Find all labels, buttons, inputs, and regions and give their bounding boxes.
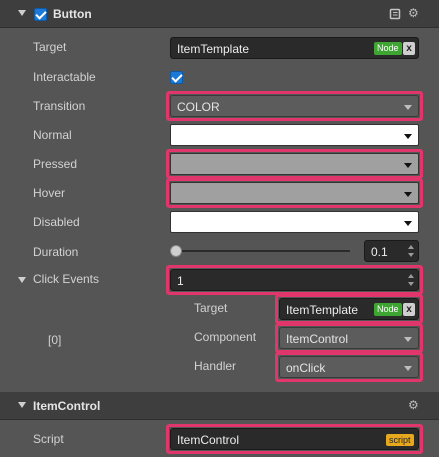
pressed-color-field[interactable]	[170, 153, 419, 175]
hover-label: Hover	[33, 186, 66, 200]
duration-input[interactable]: 0.1	[364, 240, 419, 262]
interactable-label: Interactable	[33, 70, 96, 84]
chevron-down-icon	[404, 134, 412, 139]
component-label: Component	[194, 330, 257, 344]
increment-icon[interactable]	[408, 274, 414, 278]
transition-select[interactable]: COLOR	[170, 95, 419, 117]
handler-value: onClick	[286, 361, 326, 375]
gear-icon[interactable]: ⚙	[408, 399, 419, 411]
normal-label: Normal	[33, 128, 72, 142]
node-type-badge: Node	[374, 42, 402, 55]
target-node-value: ItemTemplate	[177, 42, 250, 56]
node-type-badge: Node	[374, 303, 402, 316]
script-asset-field[interactable]: ItemControl script	[170, 428, 419, 450]
target-label: Target	[33, 40, 67, 54]
itemcontrol-component-header[interactable]: ItemControl ⚙	[0, 392, 439, 420]
event-target-node-value: ItemTemplate	[286, 303, 359, 317]
interactable-checkbox[interactable]	[170, 71, 183, 84]
duration-slider-track[interactable]	[176, 250, 350, 252]
handler-select[interactable]: onClick	[279, 356, 419, 378]
itemcontrol-section-title: ItemControl	[33, 399, 101, 413]
clear-target-button[interactable]: x	[403, 42, 415, 55]
decrement-icon[interactable]	[408, 282, 414, 286]
chevron-down-icon	[404, 221, 412, 226]
collapse-button-section-icon[interactable]	[18, 10, 26, 16]
duration-value: 0.1	[371, 245, 388, 259]
collapse-itemcontrol-section-icon[interactable]	[18, 402, 26, 408]
button-component-header[interactable]: Button ⚙	[0, 0, 439, 28]
button-enabled-checkbox[interactable]	[34, 8, 47, 21]
component-value: ItemControl	[286, 332, 349, 346]
disabled-color-field[interactable]	[170, 211, 419, 233]
button-section-title: Button	[53, 7, 92, 21]
chevron-down-icon	[404, 192, 412, 197]
normal-color-field[interactable]	[170, 124, 419, 146]
click-event-index: [0]	[48, 333, 62, 347]
chevron-down-icon	[404, 163, 412, 168]
script-type-badge: script	[386, 434, 414, 446]
transition-label: Transition	[33, 99, 86, 113]
click-events-label: Click Events	[33, 272, 100, 286]
chevron-down-icon	[404, 337, 412, 342]
disabled-label: Disabled	[33, 215, 80, 229]
script-asset-value: ItemControl	[177, 433, 240, 447]
duration-slider-thumb[interactable]	[170, 245, 182, 257]
transition-value: COLOR	[177, 100, 220, 114]
gear-icon[interactable]: ⚙	[408, 7, 419, 19]
component-select[interactable]: ItemControl	[279, 327, 419, 349]
duration-label: Duration	[33, 245, 79, 259]
pressed-label: Pressed	[33, 157, 78, 171]
click-events-count-value: 1	[177, 274, 184, 288]
event-target-node-field[interactable]: ItemTemplate Node x	[279, 298, 419, 320]
clear-event-target-button[interactable]: x	[403, 303, 415, 316]
chevron-down-icon	[404, 105, 412, 110]
script-label: Script	[33, 432, 64, 446]
chevron-down-icon	[404, 366, 412, 371]
increment-icon[interactable]	[408, 245, 414, 249]
handler-label: Handler	[194, 359, 237, 373]
decrement-icon[interactable]	[408, 253, 414, 257]
collapse-click-events-icon[interactable]	[18, 277, 26, 283]
target-node-field[interactable]: ItemTemplate Node x	[170, 37, 419, 59]
event-target-label: Target	[194, 301, 228, 315]
hover-color-field[interactable]	[170, 182, 419, 204]
click-events-count-input[interactable]: 1	[170, 269, 419, 291]
book-icon[interactable]	[389, 8, 401, 22]
